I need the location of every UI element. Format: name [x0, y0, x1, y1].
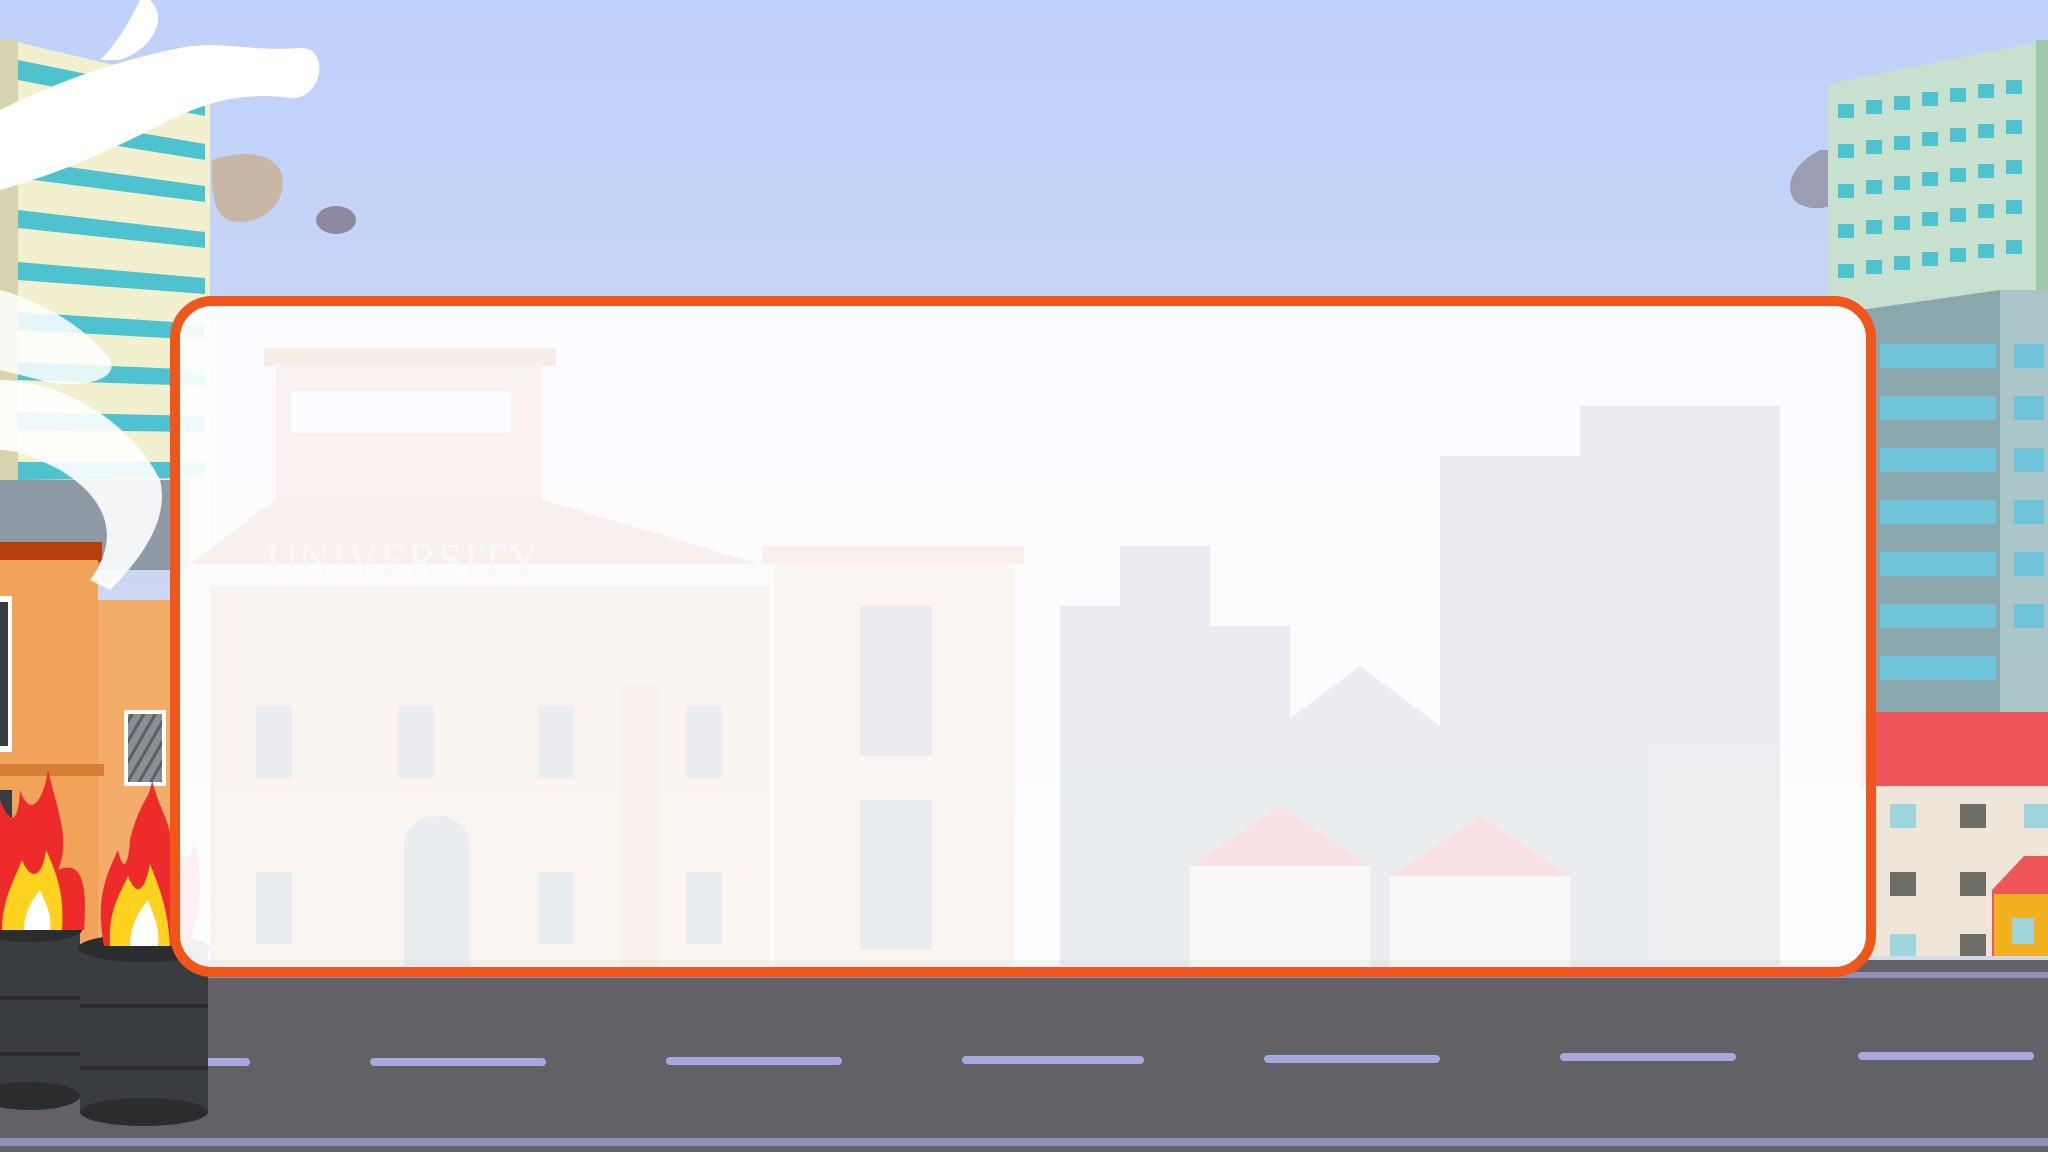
right-tower-grey	[1860, 290, 2048, 720]
middle-house	[762, 546, 1024, 967]
university-building: UNIVERSITY	[190, 348, 770, 966]
road	[0, 960, 2048, 1152]
right-tower-cyan	[1828, 40, 2048, 310]
university-sign: UNIVERSITY	[266, 535, 540, 584]
content-panel: UNIVERSITY	[170, 296, 1876, 977]
red-roof-house	[1860, 712, 2048, 956]
faded-city-backdrop: UNIVERSITY	[190, 348, 1780, 967]
barrel-icon	[0, 918, 82, 1110]
